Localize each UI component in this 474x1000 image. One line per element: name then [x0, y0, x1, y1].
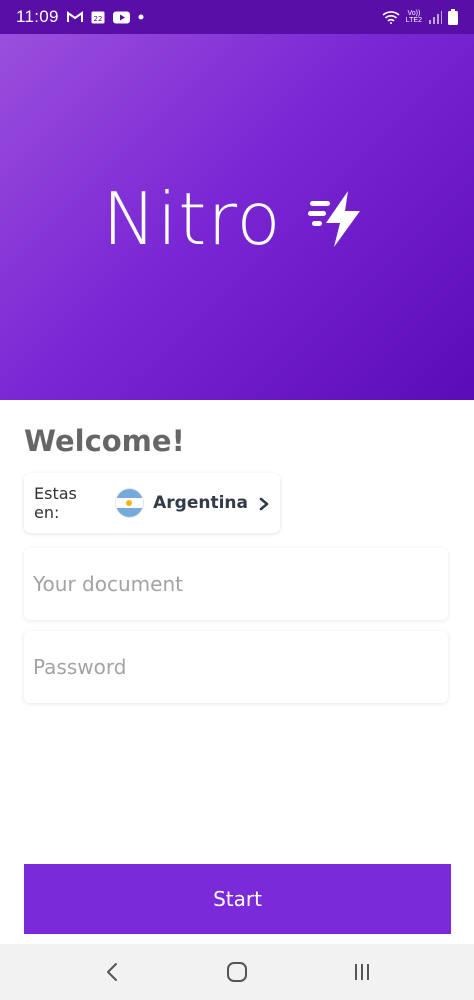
- password-input[interactable]: [33, 631, 439, 703]
- page-title: Welcome!: [24, 424, 185, 458]
- lightning-bolt-icon: [307, 187, 372, 251]
- start-button[interactable]: Start: [24, 864, 451, 934]
- document-field[interactable]: [24, 548, 448, 620]
- wifi-icon: [382, 10, 400, 24]
- country-selector-prefix: Estas en:: [34, 484, 77, 522]
- recent-apps-icon[interactable]: [342, 952, 382, 992]
- argentina-flag-icon: [115, 489, 144, 517]
- status-left: 11:09 22: [16, 7, 144, 27]
- network-type: Vo)) LTE2: [406, 10, 422, 24]
- calendar-icon: 22: [91, 10, 105, 24]
- home-icon[interactable]: [217, 952, 257, 992]
- network-label-bottom: LTE2: [405, 17, 422, 24]
- network-label-top: Vo)): [407, 10, 421, 17]
- hero-banner: Nitro: [0, 34, 474, 400]
- brand-name: Nitro: [102, 177, 282, 261]
- status-time: 11:09: [16, 7, 59, 26]
- dot-icon: [138, 14, 144, 20]
- signal-icon: [428, 10, 442, 24]
- calendar-day: 22: [93, 15, 102, 23]
- status-right: Vo)) LTE2: [382, 9, 458, 25]
- password-field[interactable]: [24, 631, 448, 703]
- country-name: Argentina: [153, 493, 248, 513]
- youtube-icon: [112, 11, 130, 24]
- country-selector[interactable]: Estas en: Argentina: [24, 473, 280, 533]
- gmail-icon: [66, 11, 83, 23]
- document-input[interactable]: [33, 548, 439, 620]
- back-icon[interactable]: [92, 952, 132, 992]
- status-bar: 11:09 22 Vo)) LTE2: [0, 0, 474, 34]
- chevron-right-icon: [258, 496, 270, 511]
- brand-logo: Nitro: [102, 177, 371, 261]
- battery-icon: [448, 9, 458, 25]
- system-nav-bar: [0, 944, 474, 1000]
